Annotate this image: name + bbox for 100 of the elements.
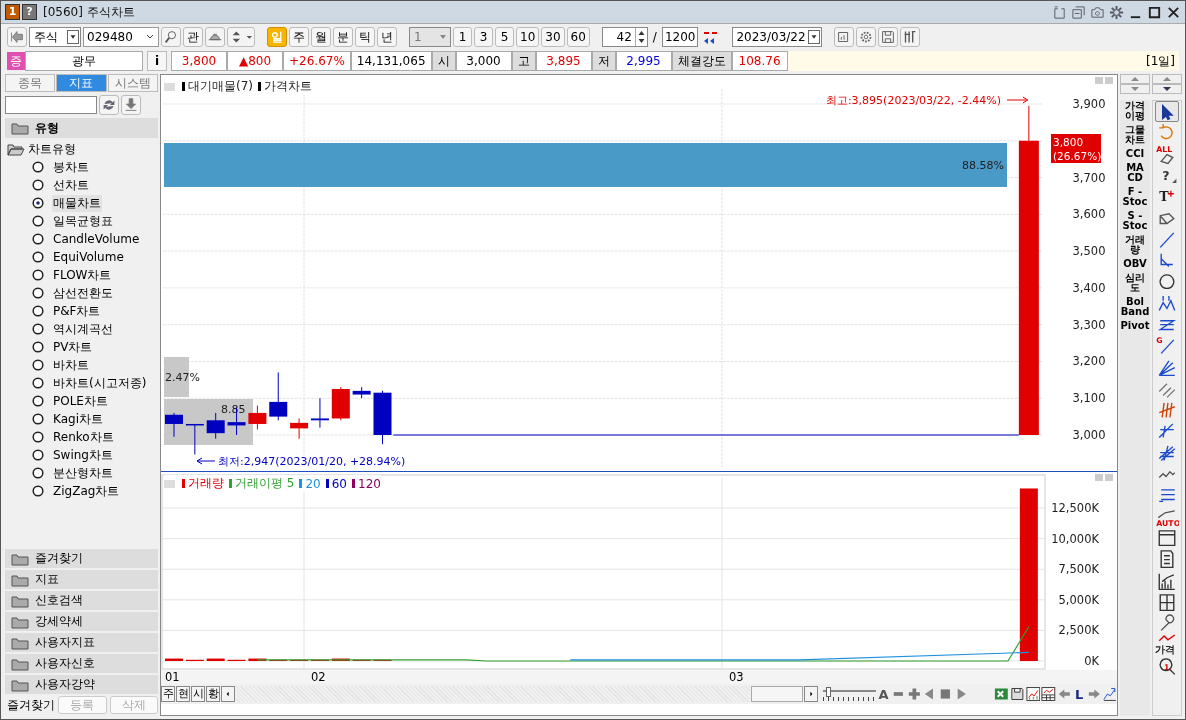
chart-icon[interactable]: [1025, 686, 1041, 702]
radio-button[interactable]: [32, 287, 44, 299]
last-button[interactable]: L: [1072, 686, 1086, 702]
indicator-button[interactable]: 심리 도: [1120, 272, 1150, 294]
indicator-button[interactable]: OBV: [1120, 258, 1150, 270]
radio-button[interactable]: [32, 431, 44, 443]
chart-type-item[interactable]: ZigZag차트: [52, 482, 121, 500]
tools-icon[interactable]: [899, 27, 920, 47]
interval-dropdown[interactable]: 1: [409, 27, 451, 47]
stop-icon[interactable]: [938, 686, 953, 702]
first-page-icon[interactable]: [7, 27, 27, 47]
radio-button[interactable]: [32, 251, 44, 263]
period-button[interactable]: 분: [333, 27, 353, 47]
interval-button[interactable]: 1: [453, 27, 472, 47]
radio-button[interactable]: [32, 377, 44, 389]
camera-icon[interactable]: [1090, 4, 1105, 20]
indicator-button[interactable]: S - Stoc: [1120, 210, 1150, 232]
panel-handle[interactable]: [164, 82, 175, 91]
code-field[interactable]: 029480: [83, 27, 159, 47]
radio-button[interactable]: [32, 449, 44, 461]
bottom-tab[interactable]: 황: [206, 686, 221, 702]
period-button[interactable]: 틱: [355, 27, 375, 47]
period-button[interactable]: 년: [377, 27, 397, 47]
close-icon[interactable]: [1166, 4, 1181, 20]
scroll-thumb[interactable]: [751, 686, 803, 702]
group-label[interactable]: 유형: [35, 119, 59, 137]
search-icon[interactable]: [161, 27, 181, 47]
indicator-button[interactable]: MA CD: [1120, 162, 1150, 184]
interval-button[interactable]: 3: [474, 27, 493, 47]
save-icon[interactable]: [877, 27, 898, 47]
interval-button[interactable]: 60: [566, 27, 590, 47]
radio-button[interactable]: [32, 161, 44, 173]
up-down-spinner-icon[interactable]: [227, 27, 255, 47]
refresh-icon[interactable]: [99, 95, 119, 115]
chart-type-item[interactable]: 분산형차트: [52, 464, 114, 482]
radio-button[interactable]: [32, 485, 44, 497]
chart-type-item[interactable]: 역시계곡선: [52, 320, 114, 338]
indicator-button[interactable]: 거래 량: [1120, 234, 1150, 256]
scroll-down-button[interactable]: [1152, 84, 1182, 94]
radio-button[interactable]: [32, 413, 44, 425]
chart-window-icon[interactable]: [833, 27, 854, 47]
radio-button[interactable]: [32, 233, 44, 245]
settings-icon[interactable]: [1109, 4, 1124, 20]
chart-type-item[interactable]: 일목균형표: [52, 212, 114, 230]
help-button[interactable]: ?: [22, 4, 37, 20]
folder-label[interactable]: 지표: [35, 571, 59, 588]
chart-type-item[interactable]: 바차트(시고저종): [52, 374, 148, 392]
chart-type-item[interactable]: 선차트: [52, 176, 90, 194]
indicator-button[interactable]: Pivot: [1120, 320, 1150, 332]
watch-button[interactable]: 관: [183, 27, 203, 47]
radio-button[interactable]: [32, 179, 44, 191]
bottom-tab[interactable]: 현: [176, 686, 191, 702]
slider-thumb[interactable]: [825, 687, 831, 697]
cursor-icon[interactable]: [1155, 101, 1179, 123]
chart-type-item[interactable]: FLOW차트: [52, 266, 113, 284]
radio-button[interactable]: [32, 467, 44, 479]
chart-type-item[interactable]: 봉차트: [52, 158, 90, 176]
radio-button[interactable]: [32, 395, 44, 407]
radio-button[interactable]: [32, 341, 44, 353]
note-icon[interactable]: [1052, 4, 1067, 20]
chart-table-icon[interactable]: [1041, 686, 1057, 702]
maximize-icon[interactable]: [1147, 4, 1162, 20]
chart-type-item[interactable]: 매물차트: [52, 194, 102, 212]
total-field[interactable]: 1200: [661, 27, 699, 47]
chart-settings-icon[interactable]: [1102, 686, 1117, 702]
download-icon[interactable]: [121, 95, 141, 115]
stock-name-field[interactable]: 광무: [25, 51, 143, 71]
info-button[interactable]: i: [147, 51, 167, 71]
indicator-button[interactable]: Bol Band: [1120, 296, 1150, 318]
chart-type-item[interactable]: Swing차트: [52, 446, 114, 464]
indicator-button[interactable]: CCI: [1120, 148, 1150, 160]
market-dropdown[interactable]: 주식: [29, 27, 81, 47]
bottom-tab[interactable]: 주: [161, 686, 176, 702]
gear-icon[interactable]: [855, 27, 876, 47]
indicator-button[interactable]: F - Stoc: [1120, 186, 1150, 208]
chart-type-item[interactable]: 바차트: [52, 356, 90, 374]
spinner-icon[interactable]: [634, 28, 647, 46]
sidebar-tab[interactable]: 종목: [5, 74, 56, 92]
interval-button[interactable]: 30: [541, 27, 565, 47]
period-button[interactable]: 주: [289, 27, 309, 47]
chart-type-item[interactable]: 삼선전환도: [52, 284, 114, 302]
sidebar-tab[interactable]: 지표: [56, 74, 107, 92]
chart-type-item[interactable]: CandleVolume: [52, 232, 141, 246]
bell-icon[interactable]: [205, 27, 225, 47]
radio-button[interactable]: [32, 305, 44, 317]
indicator-button[interactable]: 그물 차트: [1120, 124, 1150, 146]
save-icon[interactable]: [1010, 686, 1025, 702]
plus-icon[interactable]: [906, 686, 922, 702]
radio-button[interactable]: [32, 359, 44, 371]
chart-type-item[interactable]: P&F차트: [52, 302, 102, 320]
panel-handle[interactable]: [164, 479, 175, 488]
chart-type-item[interactable]: POLE차트: [52, 392, 109, 410]
font-size-button[interactable]: A: [877, 686, 891, 702]
copy-window-icon[interactable]: [1071, 4, 1086, 20]
scroll-left-icon[interactable]: [221, 686, 236, 702]
date-field[interactable]: 2023/03/22: [732, 27, 822, 47]
chart-type-item[interactable]: Renko차트: [52, 428, 115, 446]
interval-button[interactable]: 5: [495, 27, 514, 47]
open-folder-icon[interactable]: [7, 142, 25, 156]
radio-button[interactable]: [32, 323, 44, 335]
